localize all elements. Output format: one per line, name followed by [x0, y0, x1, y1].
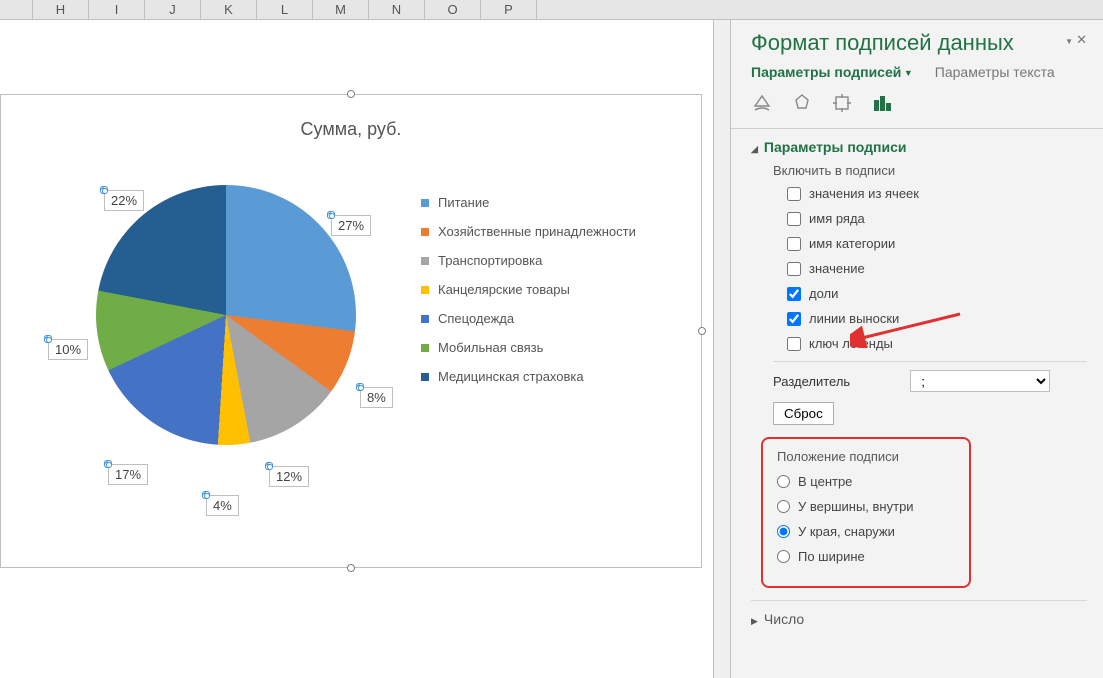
- chk-percentage[interactable]: доли: [787, 286, 1087, 301]
- pos-outside-end[interactable]: У края, снаружи: [777, 524, 955, 539]
- data-label-3[interactable]: 4%: [206, 495, 239, 516]
- section-label-options[interactable]: Параметры подписи: [751, 139, 1087, 155]
- pos-best-fit[interactable]: По ширине: [777, 549, 955, 564]
- data-label-1[interactable]: 8%: [360, 387, 393, 408]
- legend-label: Мобильная связь: [438, 340, 543, 355]
- data-label-2[interactable]: 12%: [269, 466, 309, 487]
- effects-icon[interactable]: [791, 92, 813, 114]
- position-title: Положение подписи: [777, 449, 955, 464]
- pane-menu-icon[interactable]: ✕: [1065, 32, 1087, 48]
- pane-title: Формат подписей данных: [751, 30, 1087, 56]
- col-N[interactable]: N: [369, 0, 425, 19]
- col-J[interactable]: J: [145, 0, 201, 19]
- resize-handle-icon[interactable]: [347, 90, 355, 98]
- size-properties-icon[interactable]: [831, 92, 853, 114]
- pos-center[interactable]: В центре: [777, 474, 955, 489]
- chk-value[interactable]: значение: [787, 261, 1087, 276]
- legend-label: Медицинская страховка: [438, 369, 584, 384]
- col-K[interactable]: K: [201, 0, 257, 19]
- format-pane: ✕ Формат подписей данных Параметры подпи…: [731, 20, 1103, 678]
- worksheet-area[interactable]: Сумма, руб. 27% 8% 12%: [0, 20, 714, 678]
- separator-label: Разделитель: [773, 374, 850, 389]
- legend-swatch-icon: [421, 199, 429, 207]
- data-label-4[interactable]: 17%: [108, 464, 148, 485]
- vertical-scrollbar[interactable]: [714, 20, 731, 678]
- chk-values-from-cells[interactable]: значения из ячеек: [787, 186, 1087, 201]
- chart-title[interactable]: Сумма, руб.: [1, 119, 701, 140]
- chk-series-name[interactable]: имя ряда: [787, 211, 1087, 226]
- tab-text-options[interactable]: Параметры текста: [935, 64, 1055, 80]
- legend-label: Хозяйственные принадлежности: [438, 224, 636, 239]
- include-in-label: Включить в подписи: [773, 163, 1087, 178]
- label-options-icon[interactable]: [871, 92, 893, 114]
- data-label-0[interactable]: 27%: [331, 215, 371, 236]
- legend-swatch-icon: [421, 373, 429, 381]
- col-P[interactable]: P: [481, 0, 537, 19]
- column-headers: H I J K L M N O P: [0, 0, 1103, 20]
- legend-label: Транспортировка: [438, 253, 542, 268]
- pos-inside-end[interactable]: У вершины, внутри: [777, 499, 955, 514]
- chk-leader-lines[interactable]: линии выноски: [787, 311, 1087, 326]
- chart-object[interactable]: Сумма, руб. 27% 8% 12%: [0, 94, 702, 568]
- fill-line-icon[interactable]: [751, 92, 773, 114]
- chart-legend[interactable]: Питание Хозяйственные принадлежности Тра…: [421, 155, 701, 567]
- data-label-6[interactable]: 22%: [104, 190, 144, 211]
- separator-select[interactable]: ;: [910, 370, 1050, 392]
- col-O[interactable]: O: [425, 0, 481, 19]
- pie-chart[interactable]: [96, 185, 356, 445]
- chk-category-name[interactable]: имя категории: [787, 236, 1087, 251]
- col-I[interactable]: I: [89, 0, 145, 19]
- legend-swatch-icon: [421, 257, 429, 265]
- reset-button[interactable]: Сброс: [773, 402, 834, 425]
- section-number[interactable]: Число: [751, 611, 1087, 627]
- legend-label: Канцелярские товары: [438, 282, 570, 297]
- col-H[interactable]: H: [33, 0, 89, 19]
- legend-swatch-icon: [421, 344, 429, 352]
- col-L[interactable]: L: [257, 0, 313, 19]
- legend-swatch-icon: [421, 315, 429, 323]
- data-label-5[interactable]: 10%: [48, 339, 88, 360]
- legend-label: Питание: [438, 195, 489, 210]
- chk-legend-key[interactable]: ключ легенды: [787, 336, 1087, 351]
- legend-swatch-icon: [421, 286, 429, 294]
- legend-swatch-icon: [421, 228, 429, 236]
- col-M[interactable]: M: [313, 0, 369, 19]
- tab-label-options[interactable]: Параметры подписей: [751, 64, 913, 80]
- legend-label: Спецодежда: [438, 311, 514, 326]
- label-position-group: Положение подписи В центре У вершины, вн…: [761, 437, 971, 588]
